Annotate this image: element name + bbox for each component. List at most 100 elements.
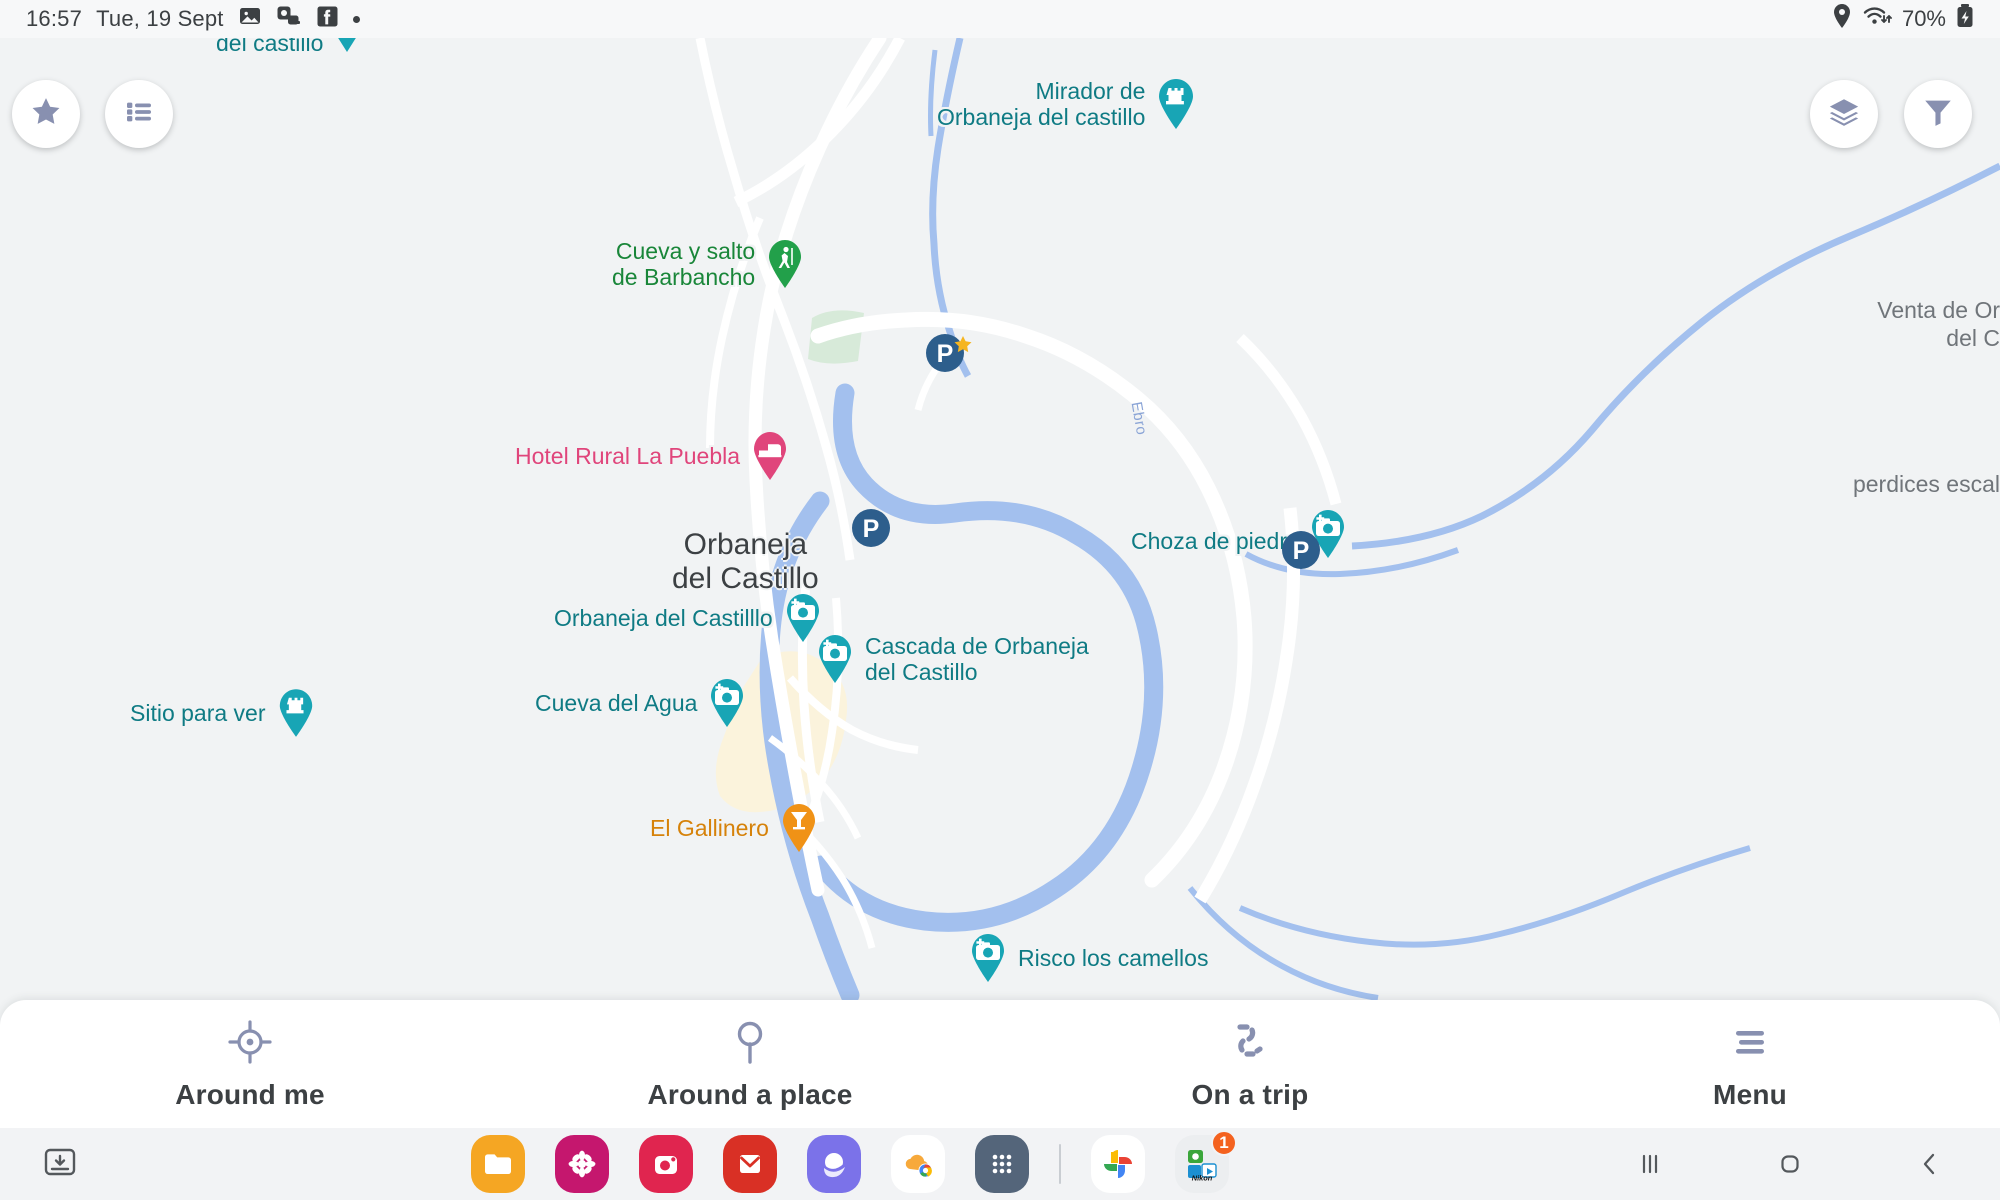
poi-del-castillo-clipped[interactable]: del castillo <box>216 38 361 56</box>
nav-label: Menu <box>1713 1079 1787 1110</box>
poi-label-line2: Orbaneja del castillo <box>937 104 1146 130</box>
parking-pin-icon: P <box>851 508 891 548</box>
favorites-button[interactable] <box>12 80 80 148</box>
taskbar-apps: Nikon 1 <box>120 1130 1580 1193</box>
screen-root: 16:57 Tue, 19 Sept 70% del castillo Mira… <box>0 0 2000 1200</box>
gallery-app-icon[interactable] <box>555 1135 609 1193</box>
nikon-caption: Nikon <box>1192 1173 1213 1181</box>
poi-label-line2: del Castillo <box>865 659 978 685</box>
poi-risco-los-camellos[interactable]: Risco los camellos <box>968 933 1208 983</box>
layers-button[interactable] <box>1810 80 1878 148</box>
marker-triangle-icon <box>333 38 361 54</box>
nikon-snapbridge-app-icon[interactable]: Nikon 1 <box>1175 1130 1237 1193</box>
map-geometry <box>0 38 2000 1000</box>
hiking-pin-icon <box>765 239 805 289</box>
app-badge-count: 1 <box>1211 1130 1237 1156</box>
screenshot-save-icon[interactable] <box>43 1145 77 1184</box>
taskbar-nav <box>1580 1134 2000 1194</box>
layers-icon <box>1827 95 1861 134</box>
poi-label: El Gallinero <box>650 815 769 841</box>
status-date: Tue, 19 Sept <box>96 6 224 31</box>
nav-menu[interactable]: Menu <box>1500 1000 2000 1128</box>
parking-starred-pin-icon: P <box>925 333 977 381</box>
poi-perdices-clipped[interactable]: perdices escal <box>1853 470 2000 498</box>
poi-sitio-para-ver[interactable]: Sitio para ver <box>130 688 316 738</box>
castle-pin-icon <box>276 688 316 738</box>
poi-label: Hotel Rural La Puebla <box>515 443 741 469</box>
poi-label-line1: Cueva y salto <box>615 238 756 264</box>
location-icon <box>1832 3 1852 35</box>
notification-dot-icon <box>352 15 360 23</box>
poi-parking-mid[interactable]: P <box>851 508 891 548</box>
svg-text:P: P <box>937 340 954 368</box>
android-taskbar: Nikon 1 <box>0 1128 2000 1200</box>
poi-label-line1: Cascada de Orbaneja <box>865 633 1089 659</box>
weather-chrome-app-icon[interactable] <box>891 1135 945 1193</box>
svg-text:P: P <box>1293 537 1310 565</box>
list-icon <box>123 96 155 133</box>
town-label-line1: Orbaneja <box>683 528 808 561</box>
recents-button[interactable] <box>1605 1134 1695 1194</box>
town-label-line2: del Castillo <box>672 562 819 595</box>
internet-app-icon[interactable] <box>807 1135 861 1193</box>
filter-icon <box>1921 95 1955 134</box>
nav-on-a-trip[interactable]: On a trip <box>1000 1000 1500 1128</box>
star-icon <box>29 95 63 134</box>
restaurant-pin-icon <box>779 803 819 853</box>
battery-icon <box>1956 3 1974 35</box>
town-label-orbaneja-del-castillo: Orbaneja del Castillo <box>672 528 819 596</box>
poi-hotel-rural-la-puebla[interactable]: Hotel Rural La Puebla <box>515 431 790 481</box>
poi-label: Cascada de Orbaneja del Castillo <box>865 633 1089 685</box>
status-time: 16:57 <box>26 6 83 31</box>
map-pin-icon <box>726 1017 774 1067</box>
poi-parking-starred[interactable]: P <box>925 333 977 381</box>
google-photos-app-icon[interactable] <box>1091 1135 1145 1193</box>
poi-label: Choza de piedra <box>1131 528 1300 554</box>
camera-pin-icon <box>968 933 1008 983</box>
poi-cascada-de-orbaneja[interactable]: Cascada de Orbaneja del Castillo <box>815 633 1089 685</box>
camera-app-icon[interactable] <box>639 1135 693 1193</box>
nav-label: On a trip <box>1191 1079 1309 1110</box>
camera-pin-icon <box>815 634 855 684</box>
back-button[interactable] <box>1885 1134 1975 1194</box>
crosshair-icon <box>226 1017 274 1067</box>
nav-label: Around me <box>175 1079 325 1110</box>
map-canvas[interactable]: del castillo Mirador de Orbaneja del cast… <box>0 38 2000 1000</box>
poi-el-gallinero[interactable]: El Gallinero <box>650 803 819 853</box>
taskbar-left[interactable] <box>0 1145 120 1184</box>
image-icon <box>238 4 262 34</box>
poi-label: del castillo <box>216 38 324 56</box>
poi-orbaneja-del-castilllo-photo[interactable]: Orbaneja del Castilllo <box>554 593 823 643</box>
poi-cueva-del-agua[interactable]: Cueva del Agua <box>535 678 747 728</box>
poi-label-line2: de Barbancho <box>612 264 756 290</box>
facebook-icon <box>316 5 339 34</box>
poi-label: perdices escal <box>1852 471 2000 497</box>
files-app-icon[interactable] <box>471 1135 525 1193</box>
photo-stack-icon <box>276 4 302 34</box>
status-bar-left: 16:57 Tue, 19 Sept <box>0 4 360 34</box>
poi-cueva-salto-barbancho[interactable]: Cueva y salto de Barbancho <box>612 238 805 290</box>
poi-label: Cueva del Agua <box>535 690 698 716</box>
svg-text:P: P <box>863 515 880 543</box>
nav-label: Around a place <box>647 1079 853 1110</box>
app-drawer-icon[interactable] <box>975 1135 1029 1193</box>
battery-percent: 70% <box>1901 6 1946 31</box>
list-button[interactable] <box>105 80 173 148</box>
castle-pin-icon <box>1155 78 1197 130</box>
poi-label: Mirador de Orbaneja del castillo <box>937 78 1145 130</box>
hamburger-icon <box>1726 1017 1774 1067</box>
poi-mirador[interactable]: Mirador de Orbaneja del castillo <box>937 78 1197 130</box>
email-app-icon[interactable] <box>723 1135 777 1193</box>
poi-venta-de-orbaneja-clipped[interactable]: Venta de Or del C <box>1877 296 2000 352</box>
filter-button[interactable] <box>1904 80 1972 148</box>
poi-label-line1: Mirador de <box>1035 78 1146 104</box>
poi-label-line1: Venta de Or <box>1877 297 2000 323</box>
home-button[interactable] <box>1745 1134 1835 1194</box>
poi-parking-east[interactable]: P <box>1281 530 1321 570</box>
route-dots-icon <box>1226 1017 1274 1067</box>
parking-pin-icon: P <box>1281 530 1321 570</box>
bottom-action-bar: Around me Around a place On a trip Menu <box>0 1000 2000 1128</box>
status-bar: 16:57 Tue, 19 Sept 70% <box>0 0 2000 38</box>
nav-around-a-place[interactable]: Around a place <box>500 1000 1000 1128</box>
nav-around-me[interactable]: Around me <box>0 1000 500 1128</box>
